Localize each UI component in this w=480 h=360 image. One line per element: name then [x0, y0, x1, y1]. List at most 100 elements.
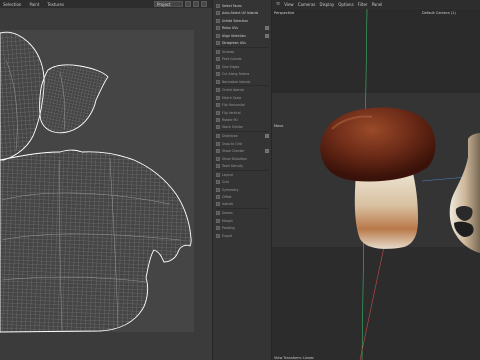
- menu-options[interactable]: Options: [338, 2, 353, 7]
- mushroom-cap: [320, 107, 436, 182]
- viewport-footer-label: View Transform: Linear: [274, 356, 315, 360]
- tool-icon: [216, 195, 220, 199]
- tool-icon: [216, 125, 220, 130]
- tool-icon: [216, 149, 220, 154]
- viewport-menu-icon[interactable]: ≡: [276, 1, 280, 7]
- tool-item[interactable]: Unwrap: [216, 49, 266, 55]
- tool-item[interactable]: Show Distortion: [216, 156, 266, 162]
- tool-label: Snap to Grid: [222, 141, 242, 146]
- menu-view[interactable]: View: [284, 2, 294, 7]
- tool-item[interactable]: Sew Edges: [216, 64, 266, 70]
- tool-icon: [216, 18, 220, 23]
- tool-item[interactable]: Normalize Islands: [216, 79, 266, 85]
- tool-item[interactable]: Margin: [216, 218, 266, 224]
- tool-label: Show Checker: [222, 149, 245, 154]
- menu-selection[interactable]: Selection: [3, 2, 21, 7]
- tool-icon: [216, 172, 220, 177]
- tool-item[interactable]: Texel Density: [216, 163, 266, 169]
- tool-icon: [216, 79, 220, 84]
- tool-label: Cut Along Seams: [222, 72, 250, 77]
- menu-textures[interactable]: Textures: [47, 2, 64, 7]
- tool-label: Export: [222, 233, 233, 238]
- tool-icon: [216, 26, 220, 31]
- tool-item[interactable]: Rotate 90: [216, 117, 266, 123]
- tool-icon: [216, 49, 220, 54]
- tool-item[interactable]: Match Scale: [216, 95, 266, 101]
- tool-label: Align Selection: [222, 33, 246, 38]
- tool-item[interactable]: Grid: [216, 179, 266, 185]
- tool-item[interactable]: Relax UVs: [216, 25, 269, 31]
- tool-item[interactable]: Seams: [216, 210, 266, 216]
- uv-tools-panel: Select Faces Auto-Select UV Islands Unfold…: [212, 0, 272, 360]
- tool-icon: [216, 11, 220, 16]
- tool-item[interactable]: Cut Along Seams: [216, 71, 266, 77]
- menu-paint[interactable]: Paint: [29, 2, 39, 7]
- tool-checkbox[interactable]: [265, 134, 269, 139]
- perspective-label: Perspective: [274, 11, 294, 15]
- viewport-panel: ≡ View Cameras Display Options Filter Pa…: [272, 0, 480, 360]
- tool-item[interactable]: Symmetry: [216, 187, 266, 193]
- tool-label: Layout: [222, 172, 233, 177]
- uv-canvas[interactable]: [0, 9, 212, 360]
- tool-label: Padding: [222, 226, 235, 231]
- tool-checkbox[interactable]: [265, 149, 269, 154]
- panel-button-1[interactable]: [185, 1, 191, 7]
- tool-icon: [216, 226, 220, 231]
- tool-item[interactable]: Layout: [216, 172, 266, 178]
- tool-label: Distribute: [222, 134, 238, 139]
- tool-item[interactable]: Flip Horizontal: [216, 102, 266, 108]
- tool-icon: [216, 4, 220, 8]
- tool-label: Show Distortion: [222, 156, 248, 161]
- tool-item[interactable]: Islands: [216, 201, 266, 207]
- menu-filter[interactable]: Filter: [358, 2, 368, 7]
- tool-label: Auto-Select UV Islands: [222, 11, 259, 16]
- project-select[interactable]: Project: [154, 1, 183, 7]
- tool-item[interactable]: Select Faces: [216, 3, 266, 9]
- tool-label: Margin: [222, 218, 233, 223]
- tool-icon: [216, 211, 220, 216]
- tool-item[interactable]: Export: [216, 233, 266, 239]
- tool-separator: [215, 208, 269, 209]
- tool-icon: [216, 163, 220, 168]
- tool-separator: [215, 131, 269, 132]
- panel-button-2[interactable]: [193, 1, 199, 7]
- uv-editor-panel: Selection Paint Textures Project: [0, 0, 212, 360]
- tool-label: Seams: [222, 211, 233, 216]
- tool-checkbox[interactable]: [265, 26, 269, 31]
- tool-item[interactable]: Padding: [216, 225, 266, 231]
- tool-checkbox[interactable]: [265, 33, 269, 38]
- tool-label: Texel Density: [222, 163, 244, 168]
- tool-icon: [216, 218, 220, 223]
- tool-icon: [216, 156, 220, 161]
- panel-button-3[interactable]: [201, 1, 207, 7]
- tool-label: Offset: [222, 195, 232, 199]
- tool-item[interactable]: Straighten UVs: [216, 40, 266, 46]
- tool-item[interactable]: Flip Vertical: [216, 110, 266, 116]
- tool-item[interactable]: Snap to Grid: [216, 141, 266, 147]
- tool-label: Relax UVs: [222, 26, 238, 31]
- tool-item[interactable]: Orient Islands: [216, 87, 266, 93]
- tool-item[interactable]: Offset: [216, 194, 266, 200]
- tool-label: Grid: [222, 180, 229, 185]
- tool-item[interactable]: Distribute: [216, 133, 269, 139]
- tool-item[interactable]: Auto-Select UV Islands: [216, 10, 266, 16]
- menu-display[interactable]: Display: [319, 2, 334, 7]
- tool-label: Match Scale: [222, 95, 242, 100]
- tool-label: Straighten UVs: [222, 41, 246, 45]
- tool-label: Sew Edges: [222, 64, 240, 69]
- tool-item[interactable]: Stack Similar: [216, 124, 266, 130]
- tool-label: Symmetry: [222, 187, 239, 192]
- mode-label: Move: [274, 124, 283, 128]
- tool-icon: [216, 57, 220, 62]
- tool-icon: [216, 202, 220, 207]
- tool-item[interactable]: Align Selection: [216, 33, 269, 39]
- tool-item[interactable]: Unfold Selection: [216, 18, 266, 24]
- menu-cameras[interactable]: Cameras: [298, 2, 316, 7]
- tool-item[interactable]: Show Checker: [216, 148, 269, 154]
- tool-icon: [216, 72, 220, 77]
- menu-panel[interactable]: Panel: [372, 2, 383, 7]
- tool-separator: [215, 46, 269, 48]
- viewport-3d[interactable]: Perspective Default Camera (1) Move View…: [272, 9, 480, 360]
- tool-item[interactable]: Pack Islands: [216, 56, 266, 62]
- camera-label: Default Camera (1): [422, 11, 456, 15]
